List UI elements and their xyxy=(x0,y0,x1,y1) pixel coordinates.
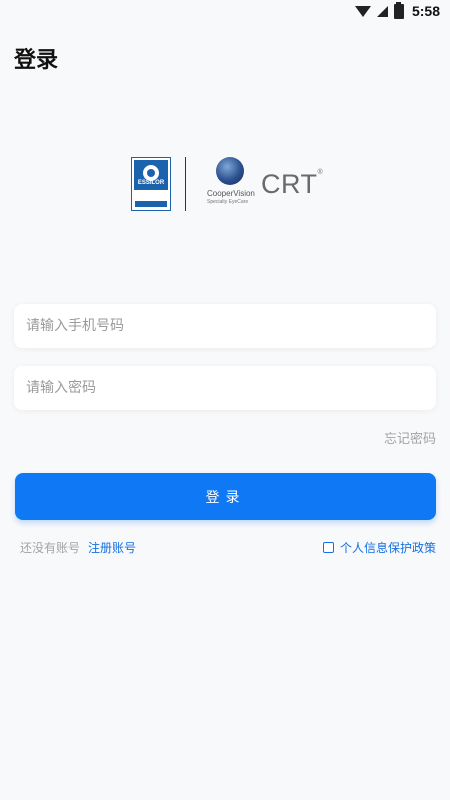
eye-icon xyxy=(143,165,159,181)
footer-row: 还没有账号 注册账号 个人信息保护政策 xyxy=(20,537,436,557)
coopervision-logo-text: CooperVision Specialty EyeCare xyxy=(207,189,255,205)
essilor-logo: ESSILOR xyxy=(131,157,171,211)
coopervision-globe-icon xyxy=(216,157,244,185)
forgot-password-link[interactable]: 忘记密码 xyxy=(384,428,436,447)
brand-logo: ESSILOR CooperVision Specialty EyeCare C… xyxy=(131,155,324,213)
battery-icon xyxy=(393,1,404,19)
status-bar: 5:58 xyxy=(0,0,450,22)
logo-divider xyxy=(185,157,186,211)
register-link[interactable]: 注册账号 xyxy=(88,539,136,556)
login-button[interactable]: 登录 xyxy=(15,473,436,520)
phone-field[interactable] xyxy=(14,304,436,348)
signal-icon xyxy=(376,5,388,17)
page-title: 登录 xyxy=(14,48,59,73)
no-account-label: 还没有账号 xyxy=(20,540,81,555)
phone-input[interactable] xyxy=(24,317,426,335)
essilor-logo-text: ESSILOR xyxy=(137,180,165,186)
privacy-policy-toggle[interactable]: 个人信息保护政策 xyxy=(322,539,436,556)
policy-checkbox[interactable] xyxy=(322,541,334,553)
wifi-icon xyxy=(354,5,371,17)
status-time: 5:58 xyxy=(411,3,440,19)
crt-logo-text: CRT® xyxy=(261,169,324,199)
password-field[interactable] xyxy=(14,366,436,410)
privacy-policy-link[interactable]: 个人信息保护政策 xyxy=(340,539,436,556)
password-input[interactable] xyxy=(24,379,426,397)
